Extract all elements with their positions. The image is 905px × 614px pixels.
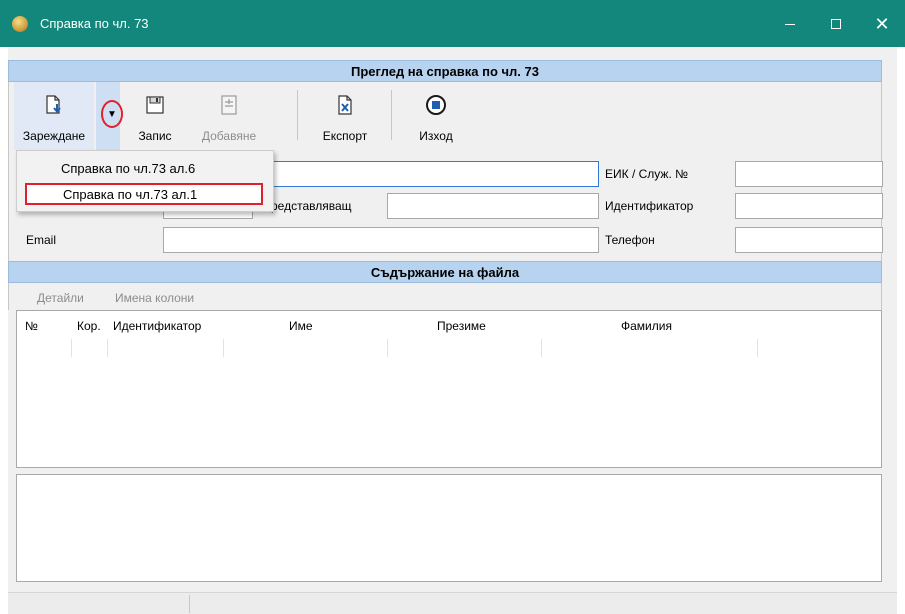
- menu-item-art73-para6[interactable]: Справка по чл.73 ал.6: [25, 157, 263, 179]
- load-button-label: Зареждане: [22, 129, 86, 143]
- phone-label: Телефон: [605, 233, 655, 247]
- column-divider: [223, 339, 224, 357]
- column-divider: [71, 339, 72, 357]
- floppy-disk-icon: [145, 94, 165, 116]
- tab-details[interactable]: Детайли: [37, 291, 84, 305]
- representative-field[interactable]: [387, 193, 599, 219]
- menu-item-art73-para1[interactable]: Справка по чл.73 ал.1: [25, 183, 263, 205]
- column-header[interactable]: Фамилия: [621, 319, 672, 333]
- add-document-icon: [218, 94, 240, 116]
- content-section-header: Съдържание на файла: [8, 261, 882, 283]
- column-header[interactable]: Идентификатор: [113, 319, 201, 333]
- export-button-label: Експорт: [322, 129, 368, 143]
- content-table[interactable]: № Кор. Идентификатор Име Презиме Фамилия: [16, 310, 882, 468]
- column-divider: [757, 339, 758, 357]
- add-button[interactable]: Добавяне: [189, 82, 269, 150]
- tab-column-names[interactable]: Имена колони: [115, 291, 194, 305]
- status-divider: [189, 595, 190, 613]
- chevron-down-icon[interactable]: ▼: [101, 100, 123, 128]
- load-dropdown-menu: Справка по чл.73 ал.6 Справка по чл.73 а…: [16, 150, 274, 212]
- save-button[interactable]: Запис: [127, 82, 183, 150]
- load-button[interactable]: Зареждане: [14, 82, 94, 150]
- exit-button-label: Изход: [419, 129, 453, 143]
- app-icon: [12, 16, 28, 32]
- content-tabs: Детайли Имена колони: [8, 283, 882, 310]
- export-button[interactable]: Експорт: [309, 82, 381, 150]
- exit-button[interactable]: Изход: [401, 82, 471, 150]
- save-button-label: Запис: [138, 129, 172, 143]
- minimize-icon: [785, 24, 795, 25]
- identifier-label: Идентификатор: [605, 199, 694, 213]
- toolbar-separator: [391, 90, 392, 140]
- excel-export-icon: [334, 94, 356, 116]
- review-section-header: Преглед на справка по чл. 73: [8, 60, 882, 82]
- identifier-field[interactable]: [735, 193, 883, 219]
- eik-label: ЕИК / Служ. №: [605, 167, 688, 181]
- minimize-button[interactable]: [767, 0, 813, 47]
- representative-label: редставляващ: [271, 199, 352, 213]
- email-label: Email: [26, 233, 57, 247]
- toolbar: Зареждане ▼ Запис Добавяне Експорт Изход: [8, 82, 882, 150]
- column-header[interactable]: №: [25, 319, 38, 333]
- phone-field[interactable]: [735, 227, 883, 253]
- status-bar: [8, 592, 897, 614]
- maximize-button[interactable]: [813, 0, 859, 47]
- column-header[interactable]: Име: [289, 319, 313, 333]
- close-icon: ✕: [874, 13, 890, 34]
- column-divider: [107, 339, 108, 357]
- stop-icon: [425, 94, 447, 116]
- column-divider: [387, 339, 388, 357]
- column-divider: [541, 339, 542, 357]
- title-bar: Справка по чл. 73 ✕: [0, 0, 905, 47]
- eik-field[interactable]: [735, 161, 883, 187]
- add-button-label: Добавяне: [201, 129, 257, 143]
- column-header[interactable]: Презиме: [437, 319, 486, 333]
- window-title: Справка по чл. 73: [40, 16, 149, 31]
- close-button[interactable]: ✕: [859, 0, 905, 47]
- maximize-icon: [831, 18, 841, 29]
- load-document-icon: [43, 94, 65, 116]
- toolbar-separator: [297, 90, 298, 140]
- column-header[interactable]: Кор.: [77, 319, 101, 333]
- email-field[interactable]: [163, 227, 599, 253]
- file-content-memo[interactable]: [16, 474, 882, 582]
